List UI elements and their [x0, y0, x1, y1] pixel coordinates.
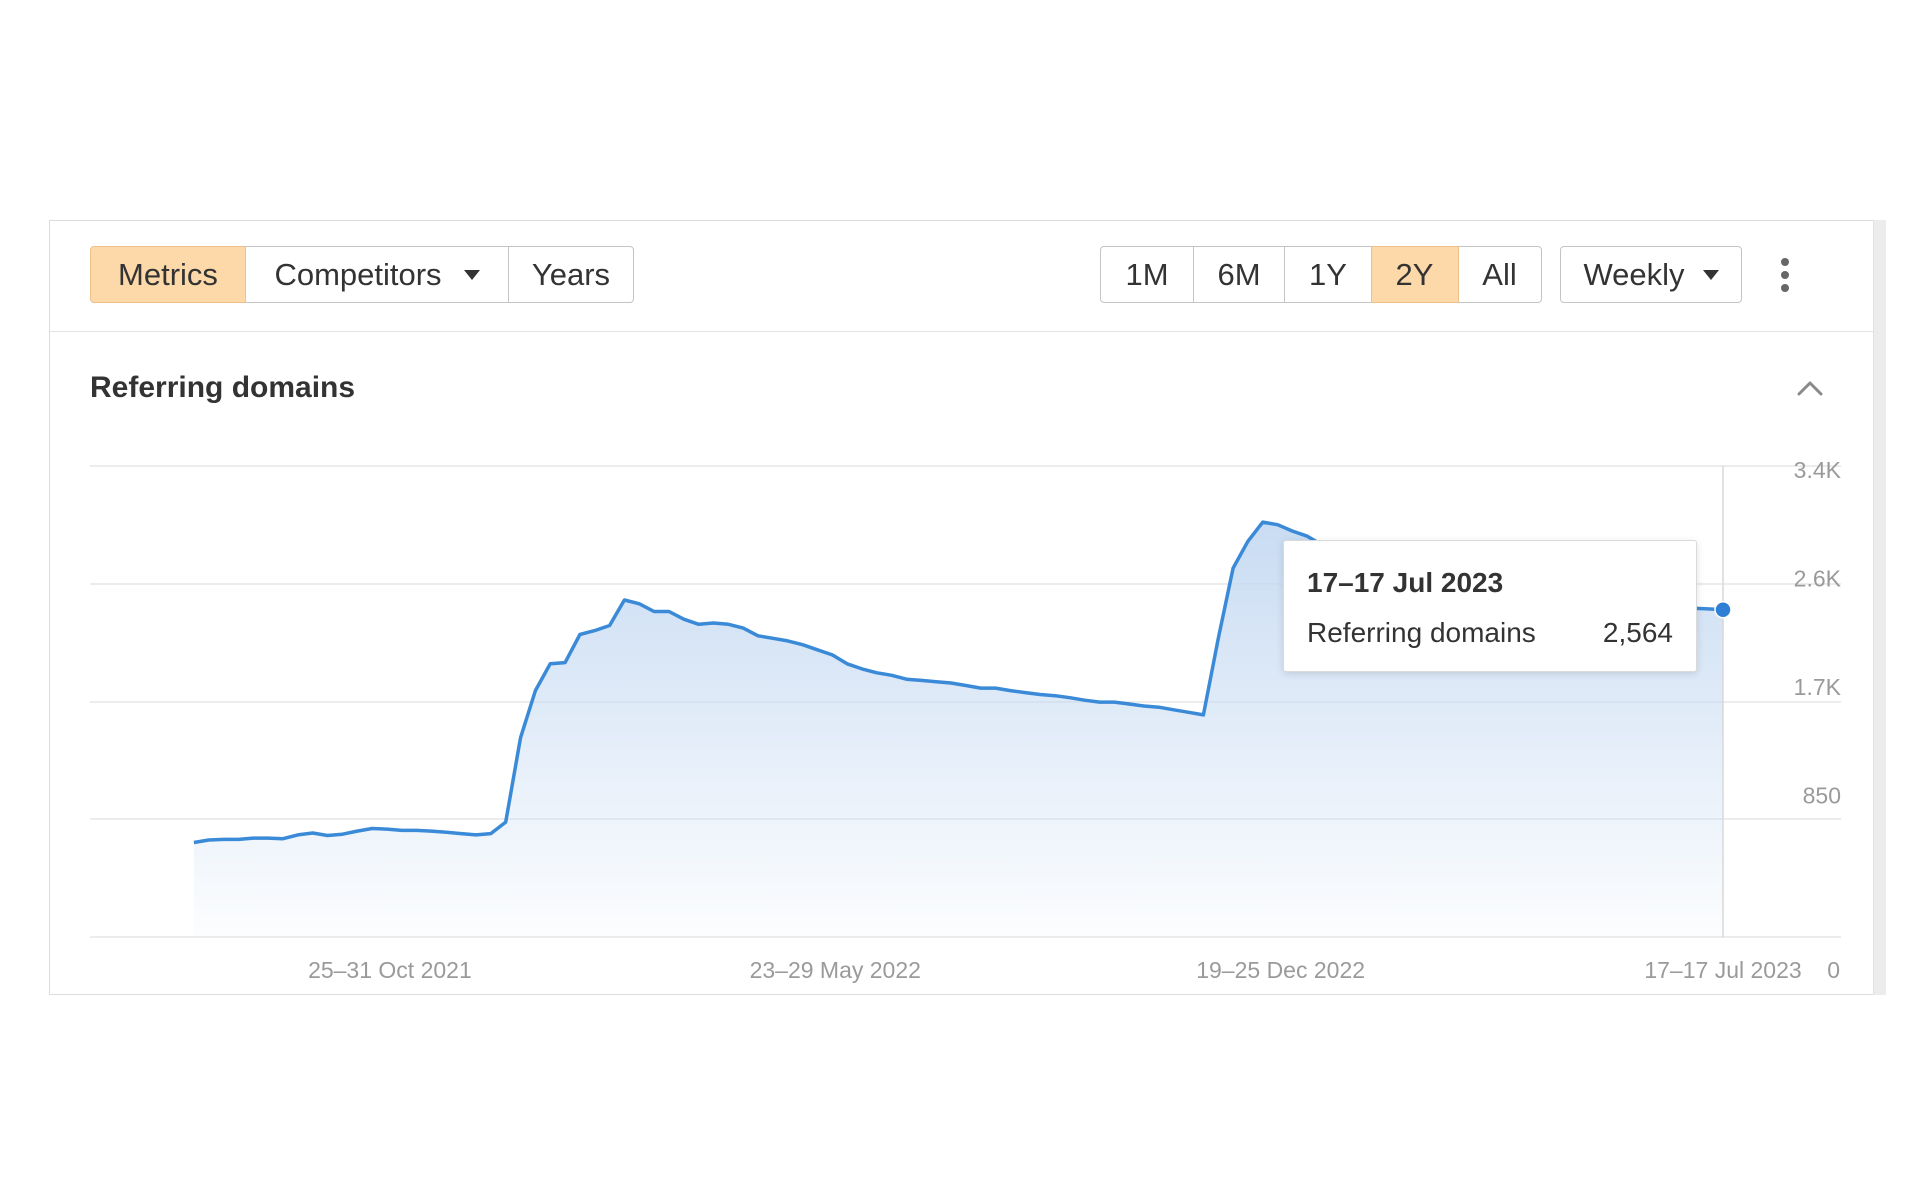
x-tick-label: 23–29 May 2022 — [750, 957, 921, 983]
y-tick-label: 2.6K — [1794, 566, 1842, 592]
metrics-tab-label: Metrics — [118, 256, 218, 292]
range-2y-button[interactable]: 2Y — [1370, 246, 1459, 303]
y-axis-ticks: 0 850 1.7K 2.6K 3.4K — [1794, 457, 1842, 983]
chart-tooltip: 17–17 Jul 2023 Referring domains 2,564 — [1283, 540, 1697, 672]
x-tick-label: 25–31 Oct 2021 — [308, 957, 472, 983]
y-tick-label: 0 — [1827, 957, 1840, 983]
y-tick-label: 3.4K — [1794, 457, 1842, 483]
range-2y-label: 2Y — [1395, 256, 1434, 292]
y-tick-label: 850 — [1803, 783, 1841, 809]
tooltip-value: 2,564 — [1602, 617, 1673, 648]
x-tick-label: 17–17 Jul 2023 — [1644, 957, 1801, 983]
hover-point[interactable] — [1714, 600, 1732, 619]
y-tick-label: 1.7K — [1794, 674, 1842, 700]
referring-domains-panel: Metrics Competitors Years 1M 6M 1Y 2Y Al… — [49, 220, 1886, 995]
tooltip-row: Referring domains 2,564 — [1307, 617, 1673, 649]
x-axis-ticks: 25–31 Oct 2021 23–29 May 2022 19–25 Dec 20… — [308, 957, 1802, 983]
x-tick-label: 19–25 Dec 2022 — [1196, 957, 1365, 983]
metrics-tab[interactable]: Metrics — [90, 246, 246, 303]
tooltip-metric: Referring domains — [1307, 617, 1536, 648]
scrollbar[interactable] — [1873, 220, 1886, 995]
tooltip-date: 17–17 Jul 2023 — [1307, 567, 1504, 598]
